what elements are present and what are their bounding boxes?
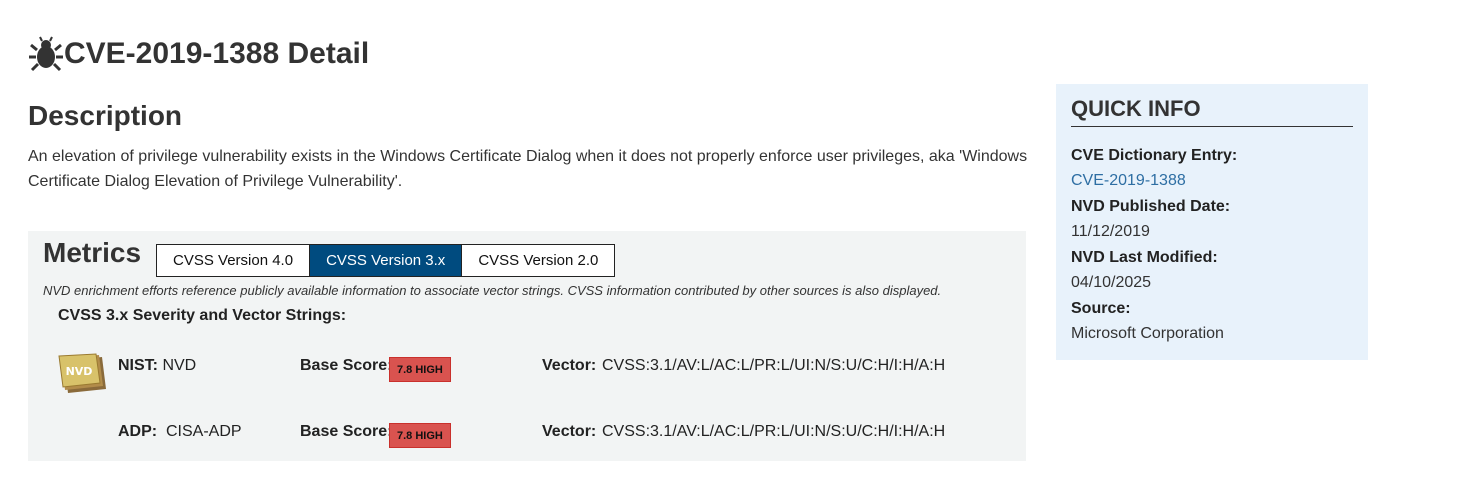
cve-entry-label: CVE Dictionary Entry: [1071, 147, 1238, 164]
description-text: An elevation of privilege vulnerability … [28, 148, 1028, 190]
quick-info-title: QUICK INFO [1071, 96, 1353, 127]
source-value: Microsoft Corporation [1071, 325, 1224, 342]
base-score-label: Base Score: [300, 357, 393, 374]
severity-badge[interactable]: 7.8 HIGH [389, 423, 451, 448]
source-label: NIST: [118, 357, 158, 374]
source-value: CISA-ADP [166, 423, 242, 440]
source-nist: NIST: NVD [118, 357, 196, 375]
severity-badge[interactable]: 7.8 HIGH [389, 357, 451, 382]
source-label: Source: [1071, 300, 1131, 317]
tab-cvss-3x[interactable]: CVSS Version 3.x [310, 244, 463, 277]
vector-label: Vector: [542, 357, 597, 374]
last-modified-label: NVD Last Modified: [1071, 249, 1218, 266]
published-date-label: NVD Published Date: [1071, 198, 1231, 215]
svg-text:NVD: NVD [66, 365, 93, 378]
nvd-logo-icon: NVD [58, 353, 108, 395]
published-date-value: 11/12/2019 [1071, 223, 1150, 240]
vector-string: CVSS:3.1/AV:L/AC:L/PR:L/UI:N/S:U/C:H/I:H… [602, 357, 946, 374]
description-heading: Description [28, 100, 183, 131]
cvss-version-tabs: CVSS Version 4.0 CVSS Version 3.x CVSS V… [156, 244, 616, 277]
metrics-panel: Metrics CVSS Version 4.0 CVSS Version 3.… [28, 231, 1026, 461]
last-modified-value: 04/10/2025 [1071, 274, 1152, 291]
metrics-heading: Metrics [43, 237, 142, 268]
tab-cvss-2[interactable]: CVSS Version 2.0 [462, 244, 616, 277]
bug-icon [28, 36, 64, 72]
source-value: NVD [162, 357, 197, 374]
tab-cvss-4[interactable]: CVSS Version 4.0 [156, 244, 311, 277]
metric-row-adp: ADP: CISA-ADP Base Score: 7.8 HIGH Vecto… [28, 417, 1026, 457]
source-label: ADP: [118, 423, 158, 440]
severity-heading: CVSS 3.x Severity and Vector Strings: [58, 307, 347, 324]
vector-label: Vector: [542, 423, 597, 440]
metric-row-nist: NVD NIST: NVD Base Score: 7.8 HIGH Vecto… [28, 351, 1026, 393]
quick-info-panel: QUICK INFO CVE Dictionary Entry: CVE-201… [1056, 84, 1368, 360]
enrichment-note: NVD enrichment efforts reference publicl… [43, 283, 942, 298]
page-title-text: CVE-2019-1388 Detail [64, 37, 370, 70]
page-title: CVE-2019-1388 Detail [28, 36, 369, 72]
base-score-label: Base Score: [300, 423, 393, 440]
vector-string: CVSS:3.1/AV:L/AC:L/PR:L/UI:N/S:U/C:H/I:H… [602, 423, 946, 440]
cve-entry-link[interactable]: CVE-2019-1388 [1071, 172, 1186, 189]
source-adp: ADP: CISA-ADP [118, 423, 242, 441]
